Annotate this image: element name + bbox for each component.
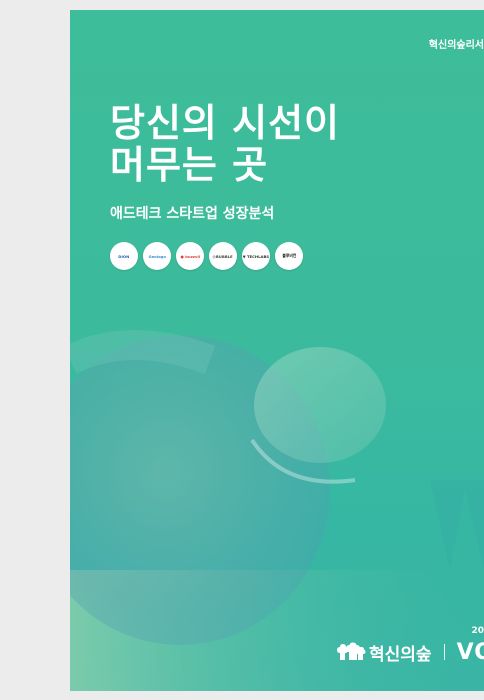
partner-logo-text: VO: [456, 639, 484, 665]
document-viewer: 혁신의숲리서 당신의 시선이 머무는 곳 애드테크 스타트업 성장분석 DION…: [0, 0, 484, 700]
publication-year: 20: [471, 626, 484, 636]
logo-label: 블루비컨: [281, 253, 296, 258]
headline-line-2: 머무는 곳: [110, 143, 269, 187]
report-cover-page: 혁신의숲리서 당신의 시선이 머무는 곳 애드테크 스타트업 성장분석 DION…: [70, 10, 484, 691]
headline-line-1: 당신의 시선이: [110, 101, 340, 145]
logo-label: Geologo: [148, 253, 166, 259]
startup-logo-techlabs: ▼ TECHLABS: [242, 242, 270, 270]
logo-label: ◎BUBBLE: [212, 253, 234, 259]
cover-subtitle: 애드테크 스타트업 성장분석: [110, 206, 275, 222]
brand-name: 혁신의숲: [369, 644, 432, 665]
startup-logo-geologo: Geologo: [143, 242, 171, 270]
footer-divider: [443, 644, 445, 660]
logo-label: ● buzzvil: [180, 253, 200, 259]
cover-footer: 혁신의숲 VO: [336, 637, 484, 667]
startup-logo-bubble: ◎BUBBLE: [209, 242, 237, 270]
cover-headline: 당신의 시선이 머무는 곳: [110, 102, 340, 186]
startup-logo-bluebeacon: 블루비컨: [275, 242, 303, 270]
brand-logo: 혁신의숲: [336, 640, 432, 665]
startup-logo-buzzvil: ● buzzvil: [176, 242, 204, 270]
logo-label: DION: [118, 253, 130, 259]
startup-logo-dion: DION: [110, 242, 138, 270]
startup-logo-row: DION Geologo ● buzzvil ◎BUBBLE ▼ TECHLAB…: [110, 242, 303, 270]
forest-icon: [337, 642, 366, 660]
logo-label: ▼ TECHLABS: [242, 253, 270, 259]
series-label: 혁신의숲리서: [428, 40, 484, 51]
